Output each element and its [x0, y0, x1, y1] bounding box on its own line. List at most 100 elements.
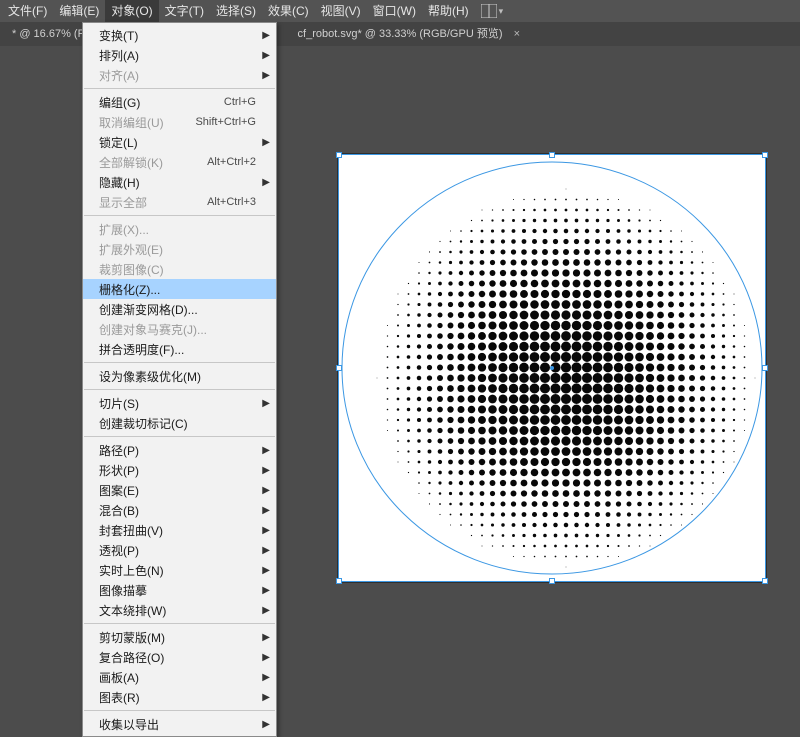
menu-item-label: 全部解锁(K) — [99, 154, 207, 171]
menu-item[interactable]: 锁定(L)▶ — [83, 132, 276, 152]
menu-item-label: 编组(G) — [99, 94, 224, 111]
submenu-arrow-icon: ▶ — [262, 465, 270, 476]
menu-item[interactable]: 收集以导出 ▶ — [83, 714, 276, 734]
menu-item[interactable]: 形状(P) ▶ — [83, 460, 276, 480]
menu-item-label: 拼合透明度(F)... — [99, 341, 256, 358]
menu-item: 裁剪图像(C) — [83, 259, 276, 279]
menu-item[interactable]: 混合(B) ▶ — [83, 500, 276, 520]
menu-select[interactable]: 选择(S) — [210, 0, 262, 22]
menu-item[interactable]: 文本绕排(W)▶ — [83, 600, 276, 620]
menu-help[interactable]: 帮助(H) — [422, 0, 475, 22]
submenu-arrow-icon: ▶ — [262, 585, 270, 596]
menu-item[interactable]: 栅格化(Z)... — [83, 279, 276, 299]
menu-item[interactable]: 图像描摹 ▶ — [83, 580, 276, 600]
submenu-arrow-icon: ▶ — [262, 632, 270, 643]
menu-item[interactable]: 复合路径(O) ▶ — [83, 647, 276, 667]
artboard[interactable] — [338, 154, 766, 582]
submenu-arrow-icon: ▶ — [262, 672, 270, 683]
object-menu-dropdown: 变换(T)▶排列(A)▶对齐(A)▶编组(G)Ctrl+G取消编组(U)Shif… — [82, 22, 277, 737]
menu-item[interactable]: 拼合透明度(F)... — [83, 339, 276, 359]
menu-item[interactable]: 创建裁切标记(C) — [83, 413, 276, 433]
menu-item-label: 隐藏(H) — [99, 174, 256, 191]
menu-item[interactable]: 图表(R) ▶ — [83, 687, 276, 707]
menu-item-shortcut: Alt+Ctrl+2 — [207, 156, 256, 168]
menu-item-label: 显示全部 — [99, 194, 207, 211]
menu-item-label: 图案(E) — [99, 482, 256, 499]
menu-item-label: 锁定(L) — [99, 134, 256, 151]
submenu-arrow-icon: ▶ — [262, 605, 270, 616]
menu-item[interactable]: 透视(P)▶ — [83, 540, 276, 560]
menu-item-label: 混合(B) — [99, 502, 256, 519]
submenu-arrow-icon: ▶ — [262, 565, 270, 576]
submenu-arrow-icon: ▶ — [262, 505, 270, 516]
menu-item-label: 形状(P) — [99, 462, 256, 479]
tab-label: cf_robot.svg* @ 33.33% (RGB/GPU 预览) — [298, 28, 503, 40]
menu-item[interactable]: 剪切蒙版(M)▶ — [83, 627, 276, 647]
menu-item-label: 创建对象马赛克(J)... — [99, 321, 256, 338]
menu-item-label: 复合路径(O) — [99, 649, 256, 666]
menu-item[interactable]: 封套扭曲(V)▶ — [83, 520, 276, 540]
submenu-arrow-icon: ▶ — [262, 30, 270, 41]
menu-item-label: 扩展(X)... — [99, 221, 256, 238]
menu-edit[interactable]: 编辑(E) — [53, 0, 105, 22]
submenu-arrow-icon: ▶ — [262, 719, 270, 730]
menu-item: 取消编组(U)Shift+Ctrl+G — [83, 112, 276, 132]
submenu-arrow-icon: ▶ — [262, 70, 270, 81]
menu-item-label: 排列(A) — [99, 47, 256, 64]
menu-item: 显示全部Alt+Ctrl+3 — [83, 192, 276, 212]
menu-item-label: 创建裁切标记(C) — [99, 415, 256, 432]
menu-item: 全部解锁(K)Alt+Ctrl+2 — [83, 152, 276, 172]
menu-item-label: 创建渐变网格(D)... — [99, 301, 256, 318]
menu-item-label: 实时上色(N) — [99, 562, 256, 579]
menu-item-shortcut: Ctrl+G — [224, 96, 256, 108]
menu-item[interactable]: 路径(P) ▶ — [83, 440, 276, 460]
menu-item[interactable]: 创建渐变网格(D)... — [83, 299, 276, 319]
tab-label: * @ 16.67% (R — [12, 28, 86, 40]
menu-item-shortcut: Alt+Ctrl+3 — [207, 196, 256, 208]
menu-item-label: 封套扭曲(V) — [99, 522, 256, 539]
menu-object[interactable]: 对象(O) — [105, 0, 158, 22]
menu-item-label: 设为像素级优化(M) — [99, 368, 256, 385]
menu-item[interactable]: 实时上色(N) ▶ — [83, 560, 276, 580]
menu-effect[interactable]: 效果(C) — [262, 0, 315, 22]
menu-file[interactable]: 文件(F) — [2, 0, 53, 22]
tab-document-2[interactable]: cf_robot.svg* @ 33.33% (RGB/GPU 预览) × — [288, 22, 530, 46]
menu-item[interactable]: 编组(G)Ctrl+G — [83, 92, 276, 112]
menu-item-shortcut: Shift+Ctrl+G — [195, 116, 256, 128]
layout-icon[interactable] — [481, 4, 497, 18]
menu-item: 创建对象马赛克(J)... — [83, 319, 276, 339]
menu-item[interactable]: 变换(T) ▶ — [83, 25, 276, 45]
menu-type[interactable]: 文字(T) — [159, 0, 210, 22]
submenu-arrow-icon: ▶ — [262, 652, 270, 663]
menu-item-label: 栅格化(Z)... — [99, 281, 256, 298]
menu-item-label: 对齐(A) — [99, 67, 256, 84]
menu-item[interactable]: 排列(A)▶ — [83, 45, 276, 65]
menu-view[interactable]: 视图(V) — [315, 0, 367, 22]
menu-item[interactable]: 画板(A) ▶ — [83, 667, 276, 687]
menu-item-label: 画板(A) — [99, 669, 256, 686]
close-icon[interactable]: × — [514, 28, 520, 40]
submenu-arrow-icon: ▶ — [262, 485, 270, 496]
submenu-arrow-icon: ▶ — [262, 445, 270, 456]
menu-item[interactable]: 设为像素级优化(M) — [83, 366, 276, 386]
menu-item-label: 透视(P) — [99, 542, 256, 559]
halftone-artwork[interactable] — [338, 154, 766, 582]
menu-item[interactable]: 切片(S)▶ — [83, 393, 276, 413]
menu-item: 对齐(A) ▶ — [83, 65, 276, 85]
menu-item-label: 图像描摹 — [99, 582, 256, 599]
menu-item-label: 图表(R) — [99, 689, 256, 706]
menubar: 文件(F) 编辑(E) 对象(O) 文字(T) 选择(S) 效果(C) 视图(V… — [0, 0, 800, 22]
submenu-arrow-icon: ▶ — [262, 398, 270, 409]
menu-item: 扩展(X)... — [83, 219, 276, 239]
submenu-arrow-icon: ▶ — [262, 692, 270, 703]
menu-item-label: 收集以导出 — [99, 716, 256, 733]
menu-item[interactable]: 图案(E) ▶ — [83, 480, 276, 500]
menu-item-label: 裁剪图像(C) — [99, 261, 256, 278]
menu-item-label: 变换(T) — [99, 27, 256, 44]
chevron-down-icon[interactable]: ▾ — [499, 6, 504, 17]
menu-item-label: 路径(P) — [99, 442, 256, 459]
menu-window[interactable]: 窗口(W) — [367, 0, 422, 22]
menu-item[interactable]: 隐藏(H)▶ — [83, 172, 276, 192]
menu-item-label: 扩展外观(E) — [99, 241, 256, 258]
menu-item: 扩展外观(E) — [83, 239, 276, 259]
